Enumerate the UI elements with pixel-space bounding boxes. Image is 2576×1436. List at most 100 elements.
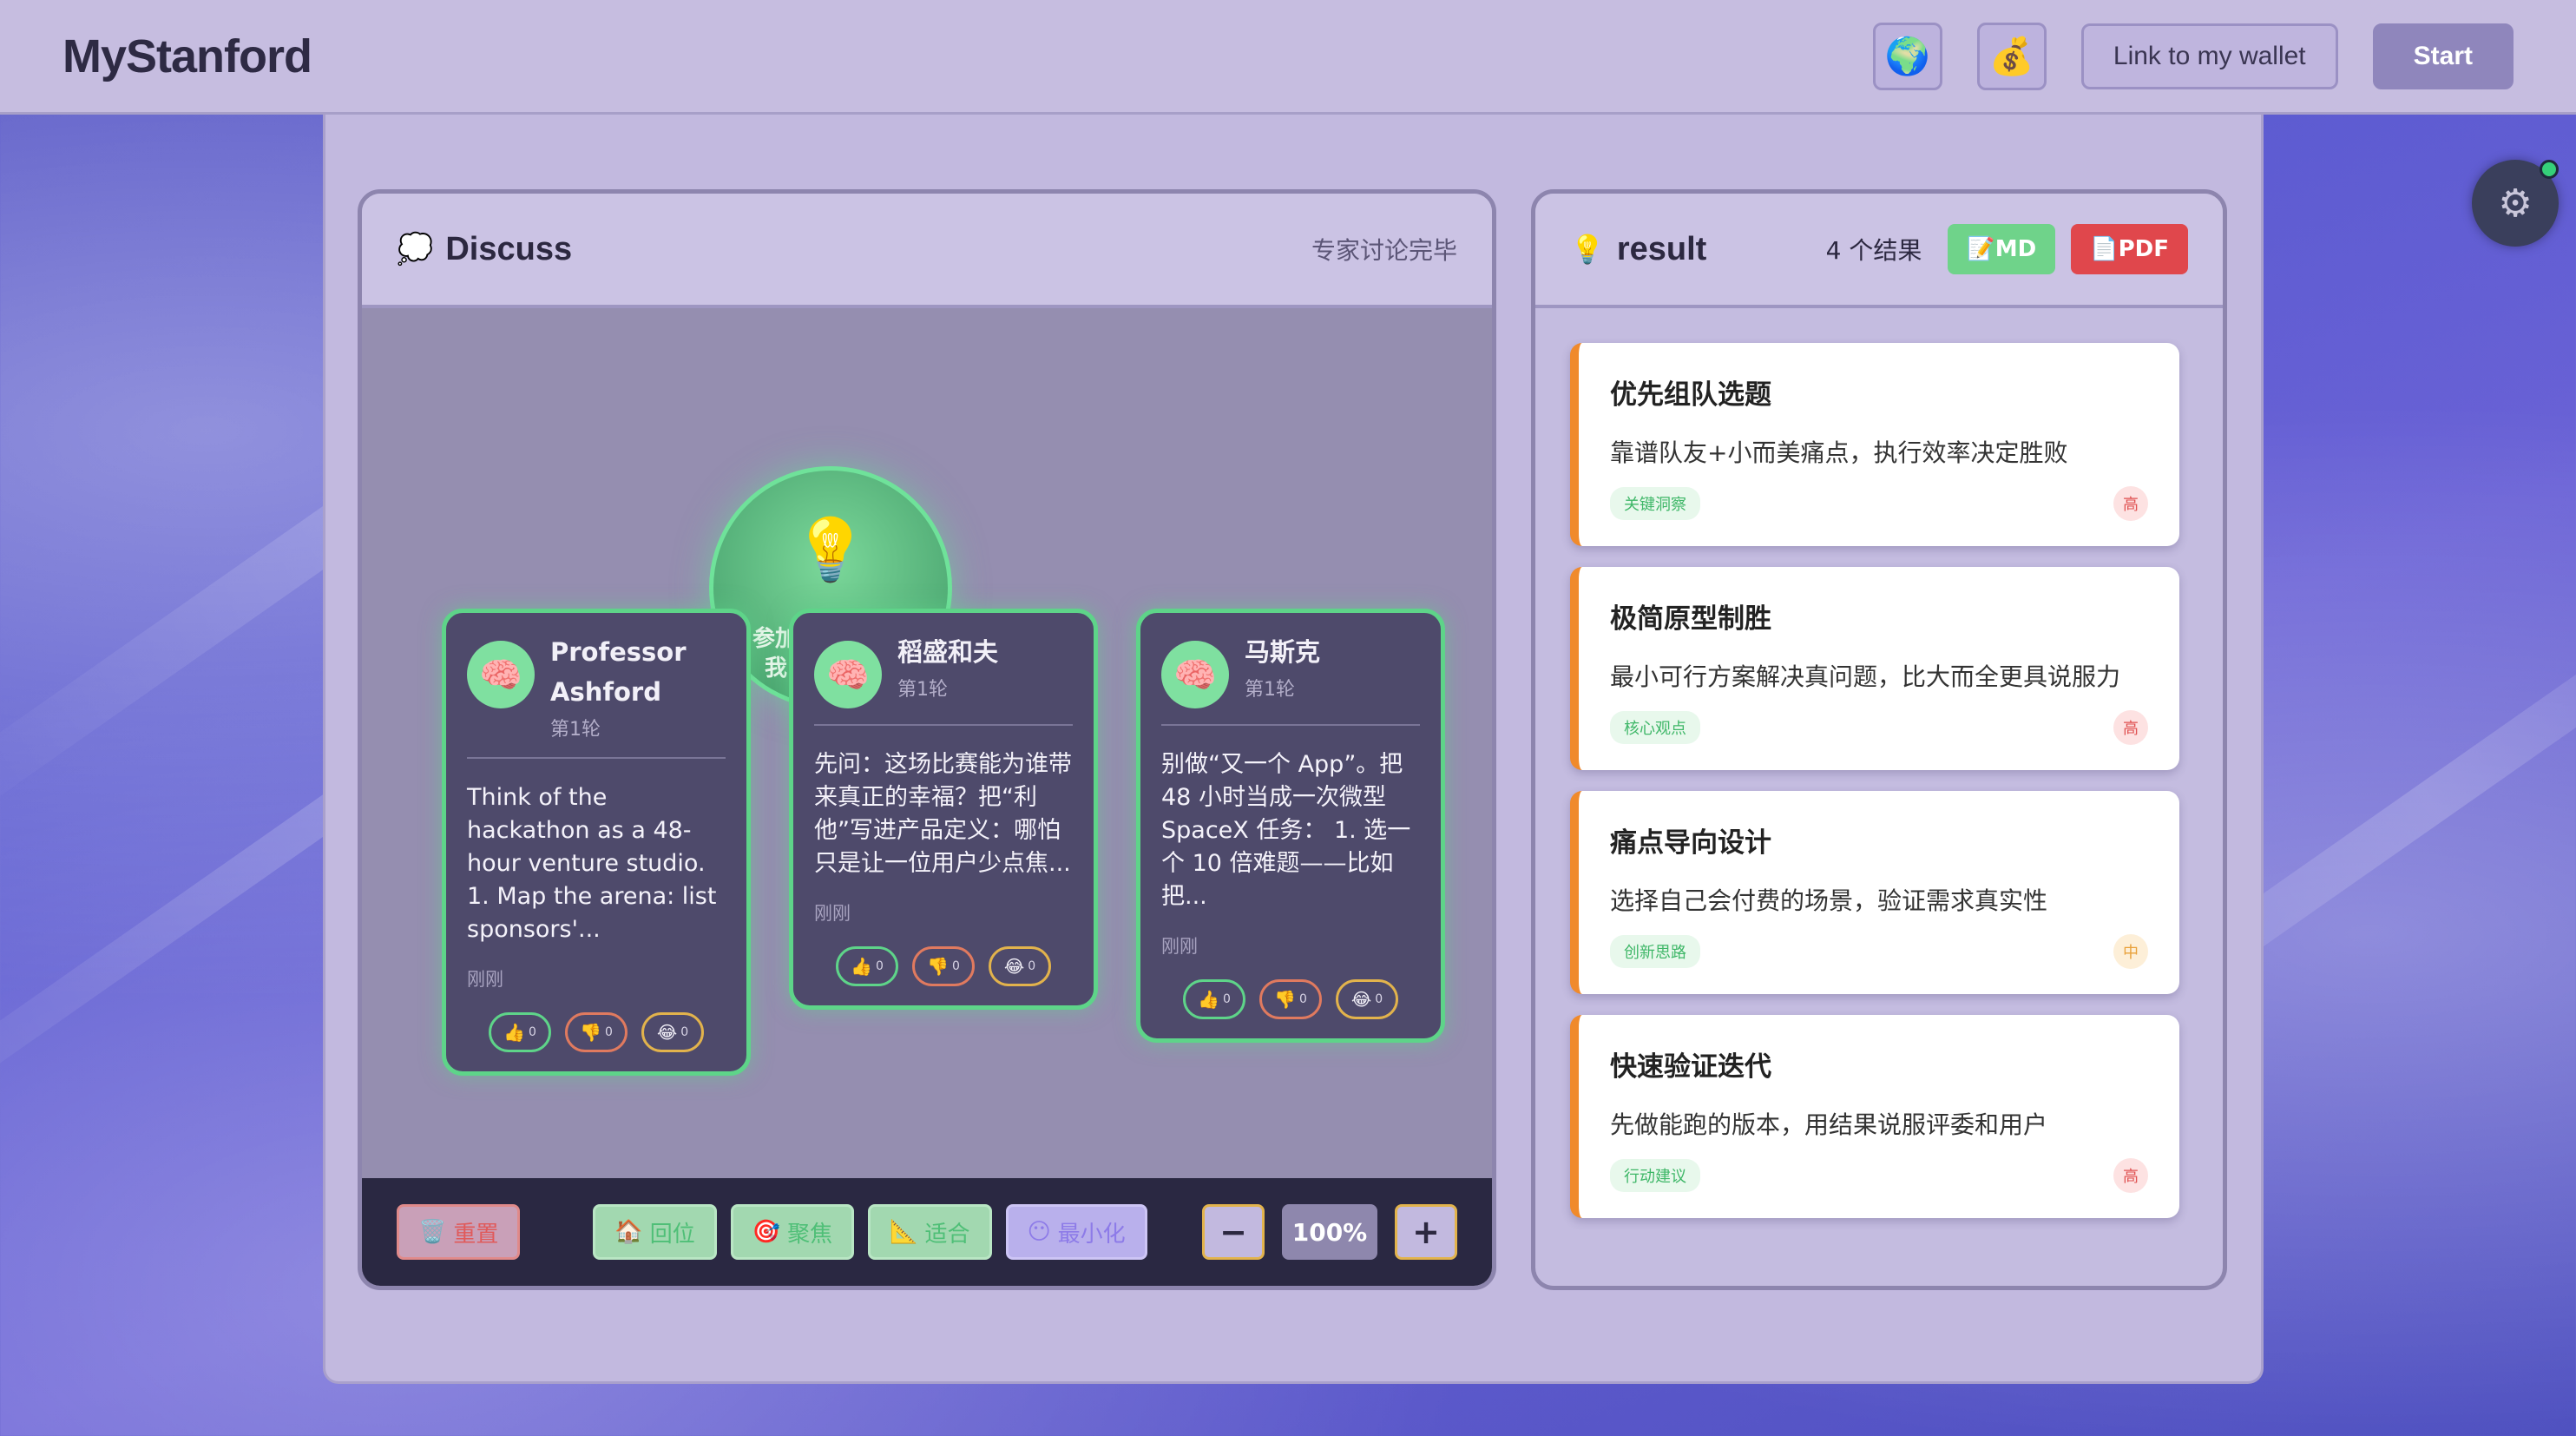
card-header: 🧠 Professor Ashford 第1轮 <box>467 632 726 759</box>
thumbs-down-icon: 👎 <box>1274 989 1296 1010</box>
discussion-canvas[interactable]: 💡 参加 我 🧠 Professor Ashford 第1轮 Think of … <box>362 308 1492 1178</box>
top-actions: 🌍 💰 Link to my wallet Start <box>1872 22 2514 90</box>
round-label: 第1轮 <box>897 679 948 701</box>
target-icon: 🎯 <box>752 1219 781 1245</box>
light-bulb-icon: 💡 <box>1570 233 1605 266</box>
status-dot <box>2540 160 2559 179</box>
home-icon: 🏠 <box>614 1219 643 1245</box>
result-card[interactable]: 痛点导向设计 选择自己会付费的场景，验证需求真实性 创新思路 中 <box>1570 791 2179 994</box>
discuss-status: 专家讨论完毕 <box>1311 236 1457 265</box>
result-title: result <box>1616 230 1707 267</box>
card-message: 别做“又一个 App”。把 48 小时当成一次微型 SpaceX 任务： 1. … <box>1161 751 1411 910</box>
reaction-count: 0 <box>680 1025 689 1039</box>
reaction-count: 0 <box>528 1025 536 1039</box>
result-count: 4 个结果 <box>1825 236 1922 265</box>
result-card-desc: 选择自己会付费的场景，验证需求真实性 <box>1610 886 2048 915</box>
thumbs-up-button[interactable]: 👍 0 <box>836 946 898 986</box>
trash-icon: 🗑️ <box>418 1219 447 1245</box>
reset-label: 重置 <box>453 1221 499 1248</box>
priority-badge: 高 <box>2113 1158 2148 1193</box>
result-card-title: 优先组队选题 <box>1610 379 1771 411</box>
face-icon: 😶 <box>1027 1219 1051 1245</box>
laugh-icon: 😂 <box>656 1022 678 1043</box>
reaction-count: 0 <box>1298 992 1307 1006</box>
result-card[interactable]: 快速验证迭代 先做能跑的版本，用结果说服评委和用户 行动建议 高 <box>1570 1015 2179 1218</box>
result-card-desc: 靠谱队友+小而美痛点，执行效率决定胜败 <box>1610 438 2068 467</box>
result-card-title: 痛点导向设计 <box>1610 827 1771 859</box>
reset-button[interactable]: 🗑️ 重置 <box>397 1204 521 1260</box>
result-card-footer: 关键洞察 高 <box>1610 486 2148 521</box>
card-timestamp: 刚刚 <box>1161 936 1198 957</box>
expert-card[interactable]: 🧠 马斯克 第1轮 别做“又一个 App”。把 48 小时当成一次微型 Spac… <box>1136 609 1445 1043</box>
expert-card[interactable]: 🧠 稻盛和夫 第1轮 先问：这场比赛能为谁带来真正的幸福？把“利他”写进产品定义… <box>789 609 1098 1010</box>
link-wallet-button[interactable]: Link to my wallet <box>2080 23 2338 89</box>
minimize-button[interactable]: 😶 最小化 <box>1005 1204 1147 1260</box>
result-card-footer: 行动建议 高 <box>1610 1158 2148 1193</box>
reaction-count: 0 <box>951 959 960 973</box>
reactions: 👍 0 👎 0 😂 0 <box>1161 979 1420 1019</box>
expert-card[interactable]: 🧠 Professor Ashford 第1轮 Think of the hac… <box>442 609 751 1076</box>
minimize-label: 最小化 <box>1057 1221 1126 1248</box>
globe-icon[interactable]: 🌍 <box>1872 22 1942 90</box>
discuss-panel: 💭 Discuss 专家讨论完毕 💡 参加 我 🧠 Professor Ashf… <box>358 189 1496 1290</box>
zoom-in-button[interactable]: + <box>1395 1204 1457 1260</box>
top-bar: MyStanford 🌍 💰 Link to my wallet Start <box>0 0 2576 115</box>
result-card-title: 极简原型制胜 <box>1610 603 1771 635</box>
result-card[interactable]: 优先组队选题 靠谱队友+小而美痛点，执行效率决定胜败 关键洞察 高 <box>1570 343 2179 546</box>
reaction-count: 0 <box>604 1025 613 1039</box>
home-button[interactable]: 🏠 回位 <box>593 1204 717 1260</box>
result-card-desc: 最小可行方案解决真问题，比大而全更具说服力 <box>1610 662 2121 691</box>
discuss-title: Discuss <box>445 230 573 267</box>
reaction-count: 0 <box>875 959 884 973</box>
result-tag: 核心观点 <box>1610 711 1700 744</box>
reaction-count: 0 <box>1028 959 1036 973</box>
priority-badge: 中 <box>2113 934 2148 969</box>
card-message: 先问：这场比赛能为谁带来真正的幸福？把“利他”写进产品定义：哪怕只是让一位用户少… <box>814 751 1072 877</box>
result-tag: 关键洞察 <box>1610 487 1700 520</box>
gear-icon: ⚙ <box>2498 181 2533 226</box>
thumbs-up-icon: 👍 <box>1198 989 1219 1010</box>
thumbs-up-icon: 👍 <box>503 1022 525 1043</box>
thumbs-down-button[interactable]: 👎 0 <box>565 1012 628 1052</box>
home-label: 回位 <box>649 1221 695 1248</box>
focus-button[interactable]: 🎯 聚焦 <box>730 1204 855 1260</box>
card-timestamp: 刚刚 <box>814 903 851 924</box>
document-icon: 📄 <box>2090 236 2119 262</box>
thumbs-down-button[interactable]: 👎 0 <box>912 946 975 986</box>
laugh-button[interactable]: 😂 0 <box>1336 979 1398 1019</box>
focus-label: 聚焦 <box>787 1221 833 1248</box>
laugh-icon: 😂 <box>1003 956 1025 977</box>
card-header: 🧠 马斯克 第1轮 <box>1161 632 1420 726</box>
canvas-toolbar: 🗑️ 重置 🏠 回位 🎯 聚焦 📐 适合 😶 最小化 − 100% + <box>362 1178 1492 1286</box>
thumbs-up-button[interactable]: 👍 0 <box>489 1012 551 1052</box>
thumbs-down-button[interactable]: 👎 0 <box>1259 979 1322 1019</box>
priority-badge: 高 <box>2113 486 2148 521</box>
money-bag-icon[interactable]: 💰 <box>1976 22 2047 90</box>
card-message: Think of the hackathon as a 48-hour vent… <box>467 784 717 943</box>
result-tag: 行动建议 <box>1610 1159 1700 1192</box>
result-card-footer: 核心观点 高 <box>1610 710 2148 745</box>
brand-logo[interactable]: MyStanford <box>62 30 312 83</box>
expert-name: Professor Ashford <box>550 637 687 707</box>
fit-button[interactable]: 📐 适合 <box>868 1204 992 1260</box>
pdf-label: PDF <box>2118 236 2169 262</box>
thumbs-up-button[interactable]: 👍 0 <box>1183 979 1245 1019</box>
result-card-footer: 创新思路 中 <box>1610 934 2148 969</box>
priority-badge: 高 <box>2113 710 2148 745</box>
export-pdf-button[interactable]: 📄 PDF <box>2071 224 2188 274</box>
thumbs-up-icon: 👍 <box>851 956 872 977</box>
result-card[interactable]: 极简原型制胜 最小可行方案解决真问题，比大而全更具说服力 核心观点 高 <box>1570 567 2179 770</box>
result-card-title: 快速验证迭代 <box>1610 1051 1771 1083</box>
start-button[interactable]: Start <box>2372 23 2514 89</box>
result-panel: 💡 result 4 个结果 📝 MD 📄 PDF 优先组队选题 靠谱队友+小而… <box>1531 189 2227 1290</box>
export-md-button[interactable]: 📝 MD <box>1948 224 2056 274</box>
card-timestamp: 刚刚 <box>467 969 503 990</box>
reaction-count: 0 <box>1222 992 1231 1006</box>
laugh-icon: 😂 <box>1350 989 1372 1010</box>
laugh-button[interactable]: 😂 0 <box>989 946 1051 986</box>
laugh-button[interactable]: 😂 0 <box>641 1012 704 1052</box>
card-header: 🧠 稻盛和夫 第1轮 <box>814 632 1073 726</box>
zoom-out-button[interactable]: − <box>1202 1204 1265 1260</box>
round-label: 第1轮 <box>550 719 601 741</box>
round-label: 第1轮 <box>1245 679 1295 701</box>
